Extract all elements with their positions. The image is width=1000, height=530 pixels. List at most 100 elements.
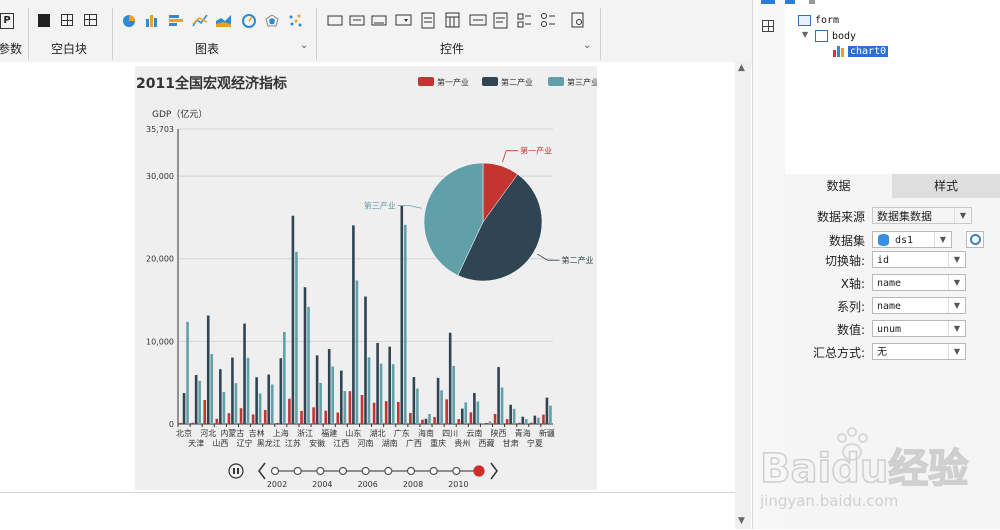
bar-8-0 <box>276 422 279 424</box>
prop-select[interactable]: unum ▼ <box>872 320 966 337</box>
x-tick-label: 吉林 <box>249 428 265 438</box>
scatter-chart-icon[interactable] <box>289 14 302 27</box>
timeline-dot[interactable] <box>429 466 438 476</box>
timeline-dot[interactable] <box>293 466 302 476</box>
timeline-dot[interactable] <box>316 466 325 476</box>
tree-toolbar-icon[interactable] <box>785 0 1000 4</box>
prev-arrow-icon[interactable] <box>258 462 266 480</box>
prop-select[interactable]: 无 ▼ <box>872 343 966 360</box>
bar-6-0 <box>251 414 255 424</box>
x-tick-label: 广西 <box>406 438 422 448</box>
controls-group-expand-icon[interactable]: ⌄ <box>583 40 591 51</box>
radio-group-icon[interactable] <box>541 13 556 27</box>
watermark-url: jingyan.baidu.com <box>760 492 898 510</box>
bar-14-1 <box>352 225 355 424</box>
checkbox-group-icon[interactable] <box>517 13 531 28</box>
pause-button[interactable] <box>228 463 244 479</box>
tree-node-form[interactable]: form <box>815 15 839 26</box>
label-control-icon[interactable] <box>349 15 365 26</box>
next-arrow-icon[interactable] <box>490 462 498 480</box>
bar-19-1 <box>412 377 416 424</box>
bar-2-2 <box>210 354 214 424</box>
area-chart-icon[interactable] <box>216 15 231 27</box>
watermark-brand: Baidu经验 <box>760 446 968 492</box>
prop-select[interactable]: name ▼ <box>872 297 966 314</box>
x-tick-label: 福建 <box>321 428 337 438</box>
prop-label: 数据集 <box>828 234 865 248</box>
radar-chart-icon[interactable] <box>265 14 279 27</box>
timeline-dot[interactable] <box>406 466 416 476</box>
x-tick-label: 云南 <box>466 428 482 438</box>
chart-group-expand-icon[interactable]: ⌄ <box>300 40 308 51</box>
timeline-dot[interactable] <box>452 466 461 476</box>
gauge-icon[interactable] <box>242 14 256 28</box>
number-control-icon[interactable] <box>469 14 487 26</box>
bar-chart-icon[interactable] <box>146 15 157 27</box>
param-icon[interactable]: P <box>0 13 14 29</box>
chevron-down-icon[interactable]: ▼ <box>948 344 965 359</box>
baidu-watermark: Baidu经验 jingyan.baidu.com <box>760 427 969 510</box>
bar-5-2 <box>246 357 250 424</box>
vertical-scrollbar[interactable]: ▲ ▼ <box>735 62 751 529</box>
chevron-down-icon[interactable]: ▼ <box>948 275 965 290</box>
pie-label: 第一产业 <box>520 146 552 156</box>
database-icon <box>878 234 889 246</box>
bar-13-2 <box>343 391 347 424</box>
data-source-select[interactable]: 数据集数据 ▼ <box>872 207 972 224</box>
scroll-down-icon[interactable]: ▼ <box>738 516 745 526</box>
chart-widget[interactable]: 2011全国宏观经济指标 GDP（亿元） 第一产业 第二产业 第三产业 0 10,00… <box>135 66 599 490</box>
timeline-control[interactable]: 2002 2004 2006 2008 2010 <box>228 462 498 489</box>
bar-15-0 <box>360 394 364 424</box>
chevron-down-icon[interactable]: ▼ <box>934 232 951 247</box>
tab-style[interactable]: 样式 <box>892 174 1000 198</box>
chevron-down-icon[interactable]: ▼ <box>948 252 965 267</box>
x-tick-label: 湖南 <box>382 438 398 448</box>
widget-tree-icon[interactable] <box>761 0 775 4</box>
list-control-icon[interactable] <box>421 12 435 29</box>
textbox-icon[interactable] <box>327 15 343 26</box>
timeline-dot[interactable] <box>361 466 370 476</box>
blank-block-icon[interactable] <box>38 14 50 27</box>
layout-grid-icon[interactable] <box>84 14 97 26</box>
expand-arrow-icon[interactable]: ▼ <box>802 30 808 39</box>
group-label-controls: 控件 <box>440 42 465 56</box>
file-search-icon[interactable] <box>571 12 584 28</box>
legend-label: 第三产业 <box>567 77 597 87</box>
tree-node-body[interactable]: body <box>832 31 856 42</box>
chevron-down-icon[interactable]: ▼ <box>948 298 965 313</box>
bar-2-1 <box>206 315 210 424</box>
dataset-select[interactable]: ds1 ▼ <box>872 231 952 248</box>
tab-data[interactable]: 数据 <box>785 174 892 199</box>
bar-29-0 <box>530 422 533 424</box>
timeline-current-dot[interactable] <box>473 465 485 477</box>
bar-11-2 <box>319 382 322 424</box>
timeline-dot[interactable] <box>270 466 280 476</box>
date-control-icon[interactable] <box>445 12 460 28</box>
pause-icon <box>233 468 235 474</box>
line-chart-icon[interactable] <box>192 14 208 27</box>
pause-icon <box>237 468 239 474</box>
dataset-search-button[interactable] <box>966 231 984 248</box>
x-tick-label: 江苏 <box>285 438 301 448</box>
bar-26-2 <box>500 387 504 424</box>
x-tick-label: 内蒙古 <box>220 428 244 438</box>
layout-panel-icon[interactable] <box>762 20 774 32</box>
button-control-icon[interactable] <box>371 15 387 26</box>
chevron-down-icon[interactable]: ▼ <box>948 321 965 336</box>
bar-18-2 <box>403 224 407 424</box>
scroll-up-icon[interactable]: ▲ <box>738 63 745 73</box>
prop-select[interactable]: name ▼ <box>872 274 966 291</box>
dropdown-control-icon[interactable] <box>395 14 412 26</box>
timeline-dot[interactable] <box>338 466 348 476</box>
text-area-control-icon[interactable] <box>493 12 508 29</box>
chevron-down-icon[interactable]: ▼ <box>954 208 971 223</box>
prop-label: 汇总方式: <box>812 346 865 360</box>
chart-title: 2011全国宏观经济指标 <box>136 75 287 92</box>
timeline-dot[interactable] <box>384 466 393 476</box>
bar-17-2 <box>391 364 395 424</box>
pie-chart-icon[interactable] <box>123 15 135 27</box>
prop-select[interactable]: id ▼ <box>872 251 966 268</box>
tree-node-chart[interactable]: chart0 <box>848 46 889 57</box>
horizontal-bar-icon[interactable] <box>169 15 183 26</box>
layout-split-icon[interactable] <box>61 14 73 26</box>
